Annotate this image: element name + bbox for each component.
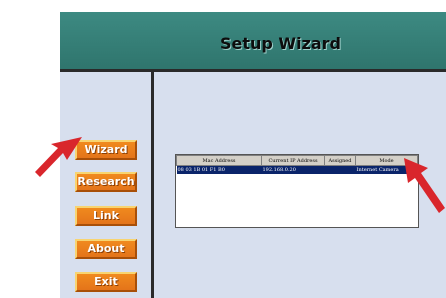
sidebar: Wizard Research Link About Exit <box>60 72 151 298</box>
column-header-assigned[interactable]: Assigned <box>324 155 356 166</box>
page-title: Setup Wizard <box>219 34 342 53</box>
device-list: Mac Address Current IP Address Assigned … <box>175 154 419 228</box>
cell-mac: 08 03 1B 01 F1 B0 <box>176 165 262 174</box>
red-arrow-icon <box>35 137 82 177</box>
cell-ip: 192.168.0.20 <box>261 165 325 174</box>
wizard-button[interactable]: Wizard <box>75 140 137 160</box>
table-header-row: Mac Address Current IP Address Assigned … <box>176 155 418 166</box>
column-header-mac[interactable]: Mac Address <box>176 155 262 166</box>
exit-button[interactable]: Exit <box>75 272 137 292</box>
device-table: Mac Address Current IP Address Assigned … <box>176 155 418 174</box>
column-header-ip[interactable]: Current IP Address <box>261 155 325 166</box>
header-bar: Setup Wizard <box>60 12 446 72</box>
setup-wizard-window: Setup Wizard Wizard Research Link About … <box>60 12 446 298</box>
research-button[interactable]: Research <box>75 172 137 192</box>
link-button[interactable]: Link <box>75 206 137 226</box>
table-row[interactable]: 08 03 1B 01 F1 B0 192.168.0.20 Internet … <box>176 165 418 174</box>
cell-assigned <box>324 165 356 174</box>
about-button[interactable]: About <box>75 239 137 259</box>
red-arrow-icon <box>404 158 445 213</box>
